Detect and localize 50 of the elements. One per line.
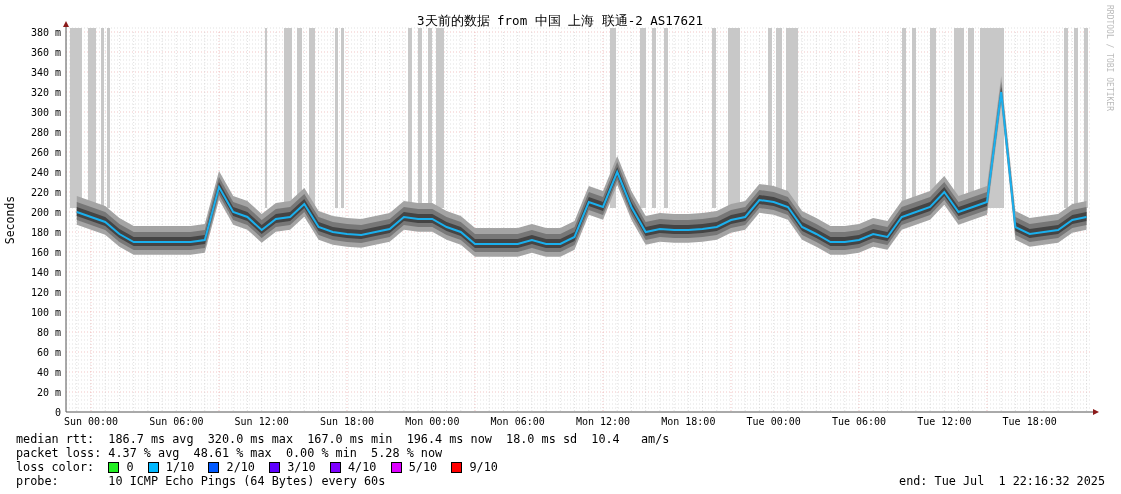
axis-label: 280 m	[30, 127, 61, 138]
axis-label: 320 m	[30, 87, 61, 98]
axis-label: Mon 12:00	[575, 416, 631, 427]
axis-label: 20 m	[36, 387, 61, 398]
axis-label: Tue 06:00	[831, 416, 887, 427]
axis-label: Mon 18:00	[661, 416, 716, 427]
axis-label: 180 m	[30, 227, 61, 238]
legend-label: loss color:	[16, 460, 96, 474]
axis-label: 120 m	[30, 287, 61, 298]
axis-label: 380 m	[30, 27, 61, 38]
axis-label: Sun 06:00	[149, 416, 204, 427]
axis-label: 80 m	[36, 327, 61, 338]
axis-label: 300 m	[30, 107, 61, 118]
legend-text: 1/10	[165, 460, 195, 474]
legend-text: 186.7 ms avg 320.0 ms max 167.0 ms min 196.4 ms now 18.0 ms sd 10.4 am/s	[108, 432, 671, 446]
axis-label: Sun 12:00	[234, 416, 289, 427]
legend-text: 2/10	[226, 460, 255, 474]
axis-label: 40 m	[36, 367, 61, 378]
axis-label: Tue 18:00	[1002, 416, 1057, 427]
axis-label: 260 m	[30, 147, 61, 158]
legend-label: median rtt:	[16, 432, 96, 446]
axis-label: 240 m	[30, 167, 61, 178]
axis-label: Sun 18:00	[319, 416, 375, 427]
y-axis-title: Seconds	[3, 195, 17, 245]
legend-text: 4.37 % avg 48.61 % max 0.00 % min 5.28 % now	[108, 446, 444, 460]
legend-text: 4/10	[348, 460, 377, 474]
axis-label: Tue 12:00	[917, 416, 972, 427]
legend-text: 5/10	[408, 460, 438, 474]
axis-label: 360 m	[30, 47, 61, 58]
end-time: end: Tue Jul 1 22:16:32 2025	[899, 474, 1105, 488]
legend-text: 3/10	[287, 460, 316, 474]
axis-label: 200 m	[30, 207, 61, 218]
legend-text: 10 ICMP Echo Pings (64 Bytes) every 60s	[108, 474, 387, 488]
axis-label: Mon 00:00	[405, 416, 460, 427]
axis-label: 160 m	[30, 247, 61, 258]
axis-label: Sun 00:00	[63, 416, 119, 427]
axis-label: 340 m	[30, 67, 61, 78]
legend-label: probe:	[16, 474, 60, 488]
legend-label: packet loss:	[16, 446, 103, 460]
watermark-text: RRDTOOL / TOBI OETIKER	[1105, 5, 1114, 111]
legend-text: 0	[126, 460, 134, 474]
axis-label: 60 m	[36, 347, 61, 358]
axis-label: 0	[54, 407, 61, 418]
axis-label: Mon 06:00	[490, 416, 545, 427]
axis-label: Tue 00:00	[746, 416, 801, 427]
axis-label: 100 m	[30, 307, 61, 318]
axis-label: 140 m	[30, 267, 61, 278]
axis-label: 220 m	[30, 187, 61, 198]
chart-title: 3天前的数据 from 中国 上海 联通-2 AS17621	[417, 13, 703, 28]
legend-text: 9/10	[469, 460, 498, 474]
